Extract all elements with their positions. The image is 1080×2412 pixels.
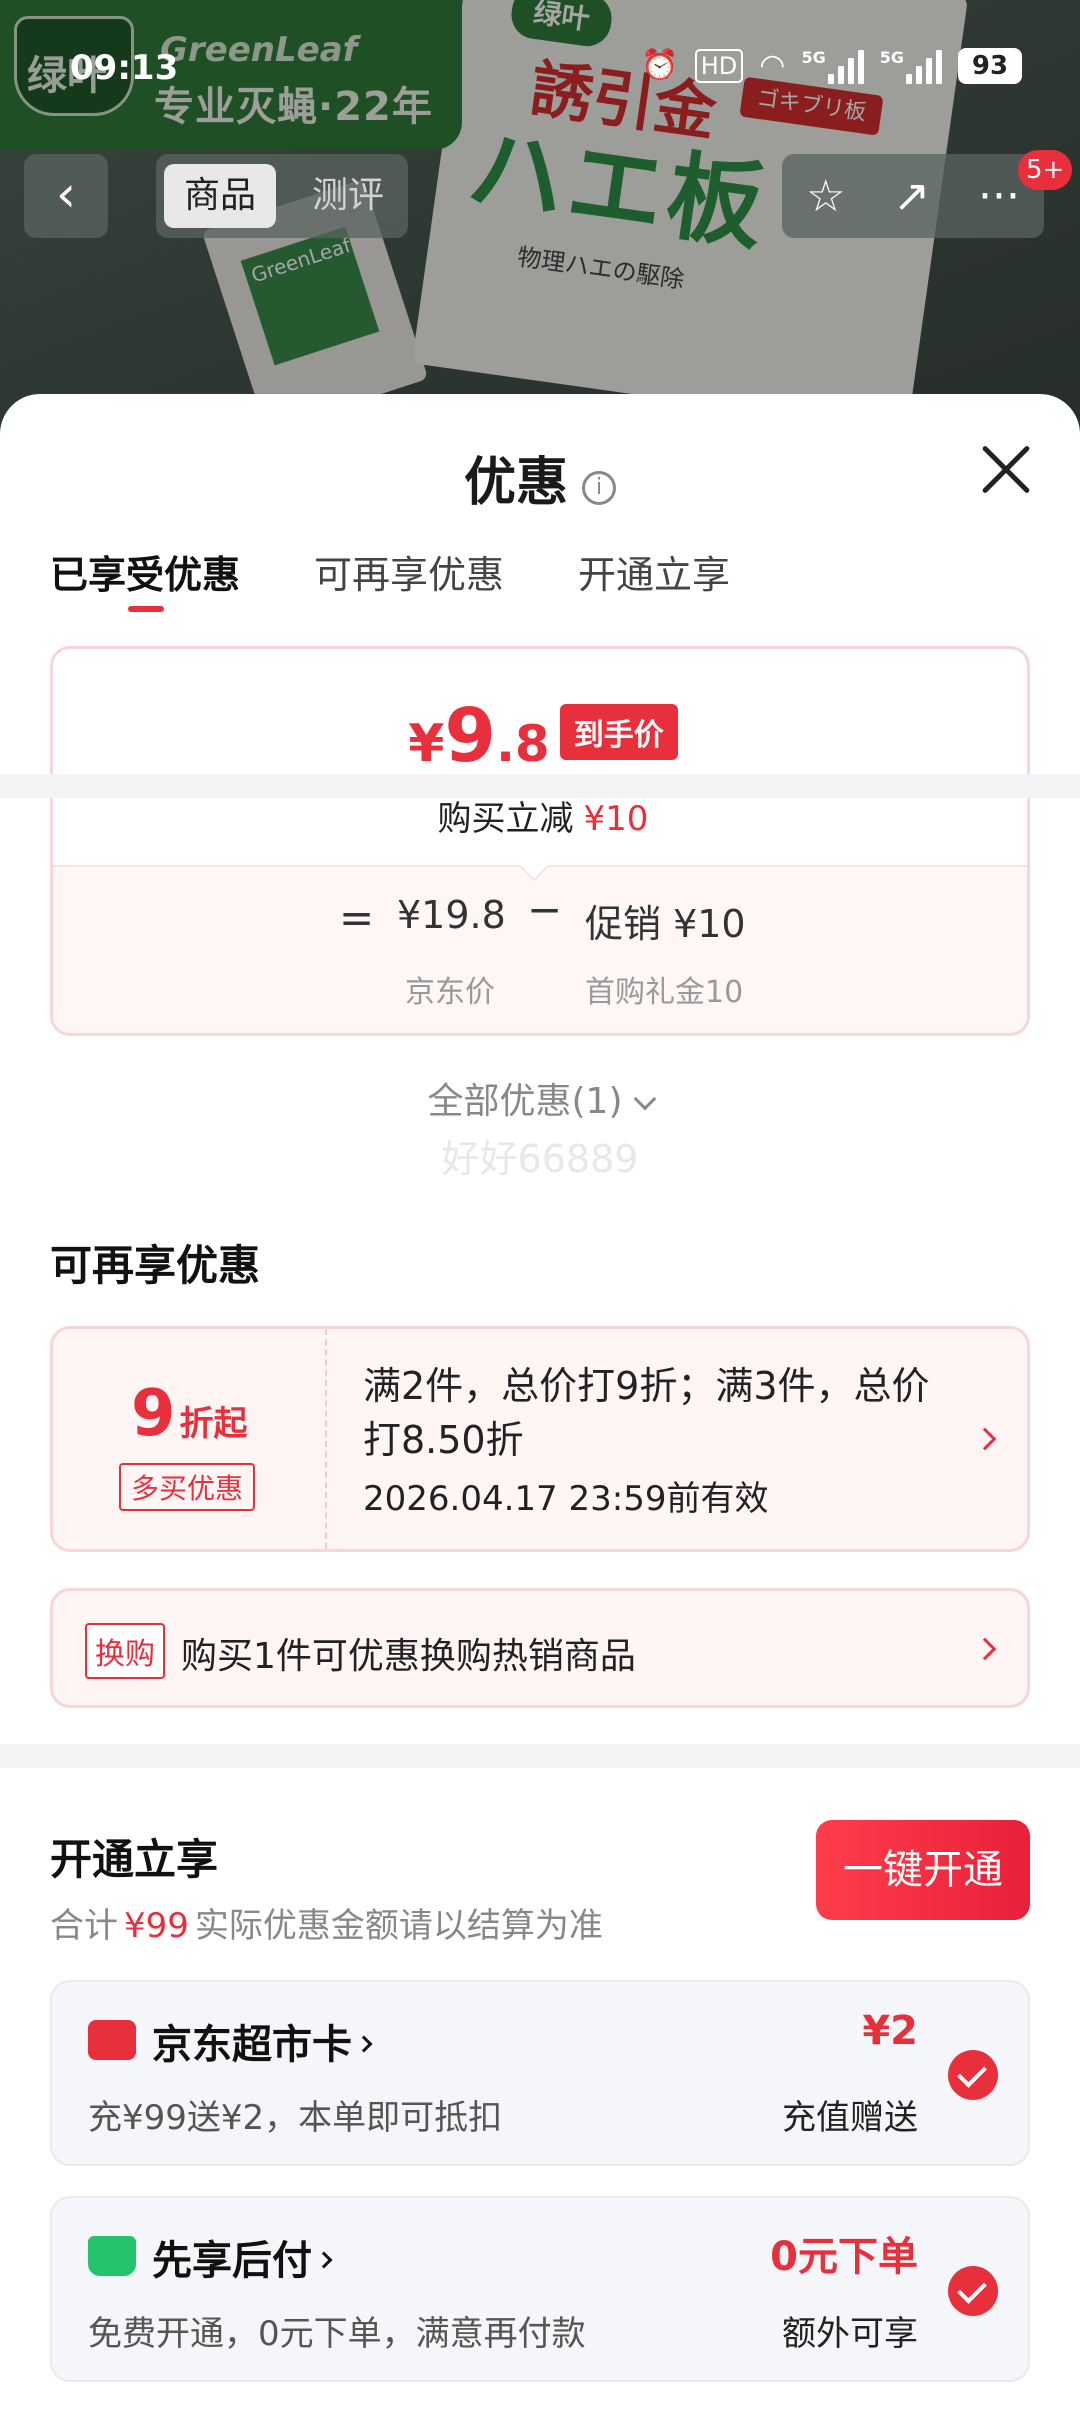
check-icon[interactable] — [948, 2266, 998, 2316]
supermarket-card-title[interactable]: 京东超市卡 — [152, 2012, 373, 2070]
one-click-open-button[interactable]: 一键开通 — [816, 1820, 1030, 1920]
more-icon[interactable]: ··· — [978, 171, 1020, 222]
star-icon[interactable]: ☆ — [806, 171, 845, 222]
minus-sign: − — [527, 885, 563, 934]
page-tabs: 商品 测评 — [156, 154, 408, 238]
multi-buy-desc: 满2件，总价打9折；满3件，总价打8.50折 — [363, 1364, 930, 1462]
bag-icon — [88, 2236, 136, 2276]
chevron-right-icon — [973, 1637, 997, 1661]
section-divider — [0, 774, 1080, 798]
info-icon[interactable]: i — [582, 471, 616, 505]
tab-reenjoy[interactable]: 可再享优惠 — [314, 544, 504, 599]
battery-icon: 93 — [958, 48, 1022, 84]
multi-buy-date: 2026.04.17 23:59前有效 — [363, 1479, 769, 1519]
tab-open[interactable]: 开通立享 — [578, 544, 730, 599]
card-icon — [88, 2020, 136, 2060]
reduce-line: 购买立减 ¥10 — [437, 799, 649, 839]
watermark: 好好66889 — [441, 1137, 639, 1181]
back-button[interactable]: ‹ — [24, 154, 108, 238]
pay-later-value-sub: 额外可享 — [782, 2314, 918, 2354]
jd-price-label: 京东价 — [405, 975, 495, 1010]
pay-later-desc: 免费开通，0元下单，满意再付款 — [88, 2314, 586, 2354]
all-promos-toggle[interactable]: 全部优惠(1) — [0, 1072, 1080, 1124]
signal-icon-2: 5G — [880, 48, 942, 84]
action-bar: ☆ ↗ ··· — [782, 154, 1044, 238]
tab-enjoyed[interactable]: 已享受优惠 — [50, 544, 240, 612]
check-icon[interactable] — [948, 2050, 998, 2100]
chevron-right-icon — [355, 2035, 373, 2053]
open-title: 开通立享 — [50, 1835, 219, 1884]
jd-price: ¥19.8 — [397, 893, 506, 937]
supermarket-card-value: ¥2 — [862, 2008, 918, 2054]
section-divider — [0, 1744, 1080, 1768]
promo-label: 首购礼金10 — [585, 975, 744, 1010]
discount-badge: 9 折起 多买优惠 — [53, 1329, 327, 1549]
swap-tag: 换购 — [85, 1623, 165, 1679]
signal-icon: 5G — [801, 48, 864, 84]
pay-later-item[interactable]: 先享后付 免费开通，0元下单，满意再付款 0元下单 额外可享 — [50, 2196, 1030, 2382]
supermarket-card-desc: 充¥99送¥2，本单即可抵扣 — [88, 2098, 503, 2138]
promo-tabs: 已享受优惠 可再享优惠 开通立享 — [50, 544, 730, 612]
status-icons: ⏰ HD ◠ 5G 5G 93 — [641, 46, 1022, 86]
chevron-right-icon — [973, 1427, 997, 1451]
open-summary: 合计 ¥99 实际优惠金额请以结算为准 — [50, 1906, 603, 1946]
swap-text: 购买1件可优惠换购热销商品 — [181, 1636, 636, 1677]
alarm-icon: ⏰ — [641, 48, 679, 83]
chevron-right-icon — [315, 2251, 333, 2269]
supermarket-card-value-sub: 充值赠送 — [782, 2098, 918, 2138]
hd-icon: HD — [694, 49, 744, 83]
multi-buy-card[interactable]: 9 折起 多买优惠 满2件，总价打9折；满3件，总价打8.50折 2026.04.… — [50, 1326, 1030, 1552]
multi-buy-tag: 多买优惠 — [119, 1463, 256, 1511]
final-price-tag: 到手价 — [559, 704, 678, 760]
reenjoy-title: 可再享优惠 — [50, 1241, 261, 1290]
equals-sign: = — [339, 893, 375, 942]
final-price: ¥9.8 到手价 — [53, 693, 1027, 779]
promo-amount: 促销 ¥10 — [585, 902, 746, 946]
swap-buy-card[interactable]: 换购 购买1件可优惠换购热销商品 — [50, 1588, 1030, 1708]
wifi-icon: ◠ — [759, 48, 786, 83]
close-icon[interactable] — [972, 436, 1040, 504]
pay-later-title[interactable]: 先享后付 — [152, 2228, 333, 2286]
tab-product[interactable]: 商品 — [164, 164, 277, 228]
share-icon[interactable]: ↗ — [893, 171, 930, 222]
supermarket-card-item[interactable]: 京东超市卡 充¥99送¥2，本单即可抵扣 ¥2 充值赠送 — [50, 1980, 1030, 2166]
chevron-down-icon — [633, 1087, 656, 1111]
sheet-title: 优惠 i — [0, 440, 1080, 515]
status-time: 09:13 — [70, 48, 179, 88]
pay-later-value: 0元下单 — [770, 2234, 918, 2280]
tab-review[interactable]: 测评 — [292, 164, 404, 228]
price-breakdown-card: ¥9.8 到手价 购买立减 ¥10 = ¥19.8 − 促销 ¥10 京东价 首购礼… — [50, 646, 1030, 1036]
message-badge: 5+ — [1018, 150, 1073, 190]
